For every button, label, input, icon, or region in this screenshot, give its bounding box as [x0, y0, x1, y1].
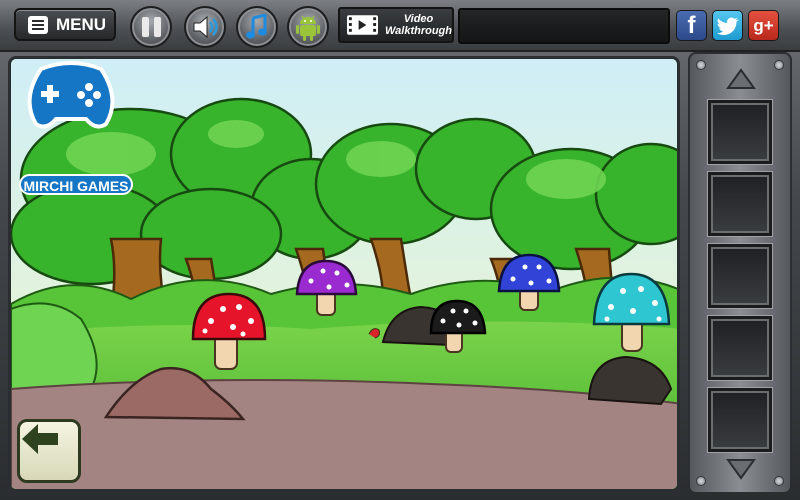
blue-mushroom[interactable]: [497, 253, 561, 311]
video-label-line1: Video: [403, 13, 434, 25]
bolt-decoration: [696, 60, 706, 70]
menu-label: MENU: [56, 14, 107, 34]
purple-mushroom[interactable]: [295, 259, 358, 316]
inventory-down-button[interactable]: [716, 456, 766, 482]
music-button[interactable]: [236, 6, 278, 48]
inventory-slot-4[interactable]: [708, 316, 772, 380]
black-mushroom[interactable]: [429, 299, 487, 353]
chevron-down-icon: [726, 459, 756, 480]
sound-icon: [193, 15, 218, 39]
back-button[interactable]: [17, 419, 81, 483]
ad-banner-slot: [458, 8, 670, 44]
game-scene: MIRCHI GAMES: [8, 56, 680, 492]
twitter-button[interactable]: [712, 10, 743, 41]
bolt-decoration: [774, 476, 784, 486]
top-toolbar: MENU Video Walkthrough f g+: [0, 0, 800, 52]
google-plus-button[interactable]: g+: [748, 10, 779, 41]
brand-logo-text: MIRCHI GAMES: [19, 174, 133, 195]
chevron-up-icon: [726, 68, 756, 89]
inventory-up-button[interactable]: [716, 66, 766, 92]
android-button[interactable]: [287, 6, 329, 48]
red-mushroom[interactable]: [191, 292, 267, 370]
cyan-mushroom[interactable]: [592, 272, 671, 352]
pause-icon: [141, 17, 161, 37]
google-plus-icon: g+: [753, 15, 774, 35]
bolt-decoration: [696, 476, 706, 486]
inventory-slot-1[interactable]: [708, 100, 772, 164]
bolt-decoration: [774, 60, 784, 70]
sound-button[interactable]: [184, 6, 226, 48]
android-icon: [296, 15, 320, 41]
inventory-slot-5[interactable]: [708, 388, 772, 452]
inventory-slot-3[interactable]: [708, 244, 772, 308]
inventory-panel: [688, 52, 792, 494]
hamburger-icon: [28, 15, 48, 34]
video-label-line2: Walkthrough: [384, 25, 452, 37]
twitter-icon: [716, 17, 739, 35]
menu-button[interactable]: MENU: [14, 8, 116, 41]
gamepad-icon: [27, 61, 115, 129]
film-icon: [346, 15, 379, 35]
arrow-left-icon: [22, 424, 58, 454]
inventory-slot-2[interactable]: [708, 172, 772, 236]
pause-button[interactable]: [130, 6, 172, 48]
music-icon: [246, 14, 267, 39]
facebook-icon: f: [687, 11, 696, 39]
facebook-button[interactable]: f: [676, 10, 707, 41]
video-walkthrough-button[interactable]: Video Walkthrough: [338, 7, 454, 43]
video-walkthrough-label: Video Walkthrough: [385, 13, 452, 37]
